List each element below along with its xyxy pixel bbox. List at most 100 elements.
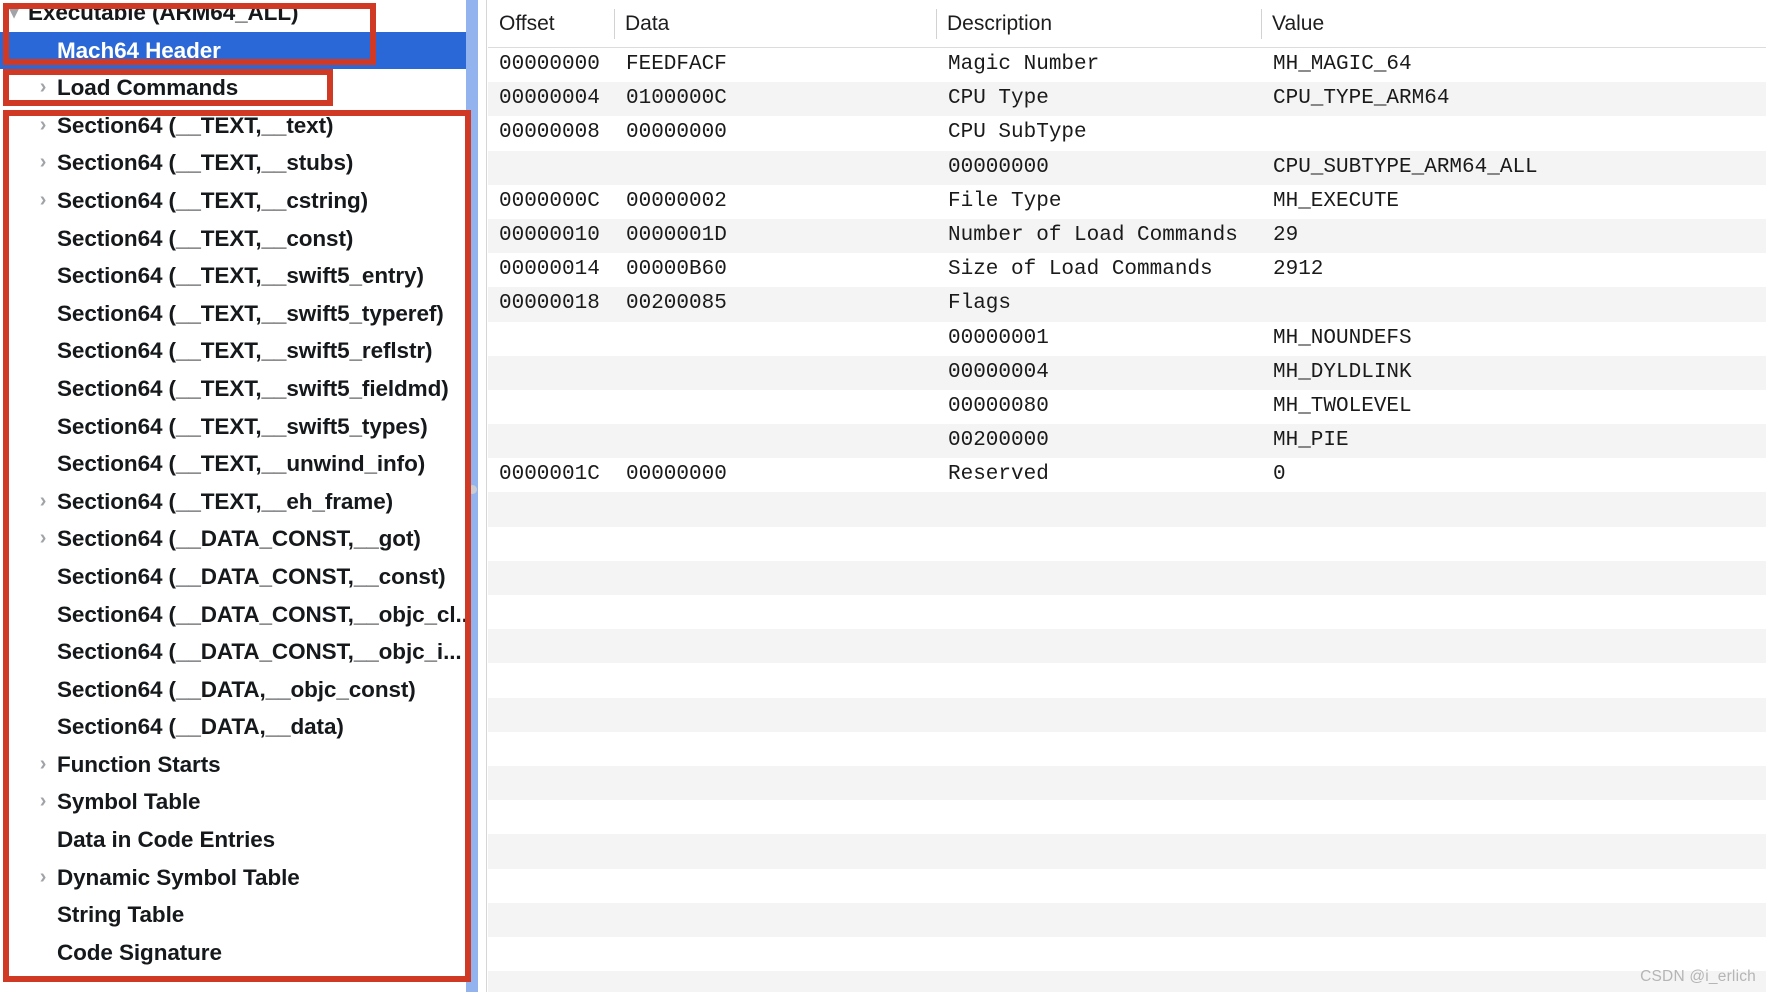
- tree-item-label: Section64 (__TEXT,__const): [57, 225, 354, 251]
- table-row-empty: [488, 765, 1766, 801]
- tree-item[interactable]: ▾ Executable (ARM64_ALL): [0, 0, 478, 32]
- tree-item-label: Section64 (__DATA_CONST,__objc_cl..: [57, 601, 468, 627]
- table-row-empty: [488, 697, 1766, 732]
- cell-description: Magic Number: [948, 53, 1100, 76]
- tree-item[interactable]: Section64 (__TEXT,__swift5_typeref): [0, 295, 478, 333]
- column-header-description[interactable]: Description: [936, 0, 1261, 48]
- outline-tree[interactable]: ▾ Executable (ARM64_ALL) Mach64 Header › Loa…: [0, 0, 478, 971]
- table-row[interactable]: 00000010 0000001D Number of Load Commands 2…: [488, 218, 1766, 254]
- table-row[interactable]: 00200000 MH_PIE: [488, 424, 1766, 459]
- tree-item[interactable]: Section64 (__DATA_CONST,__objc_i...: [0, 633, 478, 671]
- cell-data: 0000001D: [626, 223, 727, 247]
- tree-item-label: Section64 (__DATA,__objc_const): [57, 676, 416, 702]
- tree-item-label: Load Commands: [57, 75, 239, 101]
- tree-item[interactable]: Section64 (__TEXT,__unwind_info): [0, 445, 478, 483]
- table-row-empty: [488, 560, 1766, 595]
- column-header-data[interactable]: Data: [614, 0, 936, 48]
- table-row[interactable]: 0000000C 00000002 File Type MH_EXECUTE: [488, 184, 1766, 219]
- cell-description: 00000004: [948, 360, 1049, 384]
- tree-item[interactable]: String Table: [0, 896, 478, 934]
- tree-item[interactable]: › Function Starts: [0, 746, 478, 784]
- tree-item-label: Mach64 Header: [57, 37, 221, 63]
- table-row[interactable]: 00000001 MH_NOUNDEFS: [488, 321, 1766, 356]
- cell-description: 00000080: [948, 394, 1049, 418]
- cell-offset: 00000010: [499, 223, 600, 247]
- tree-item-label: Section64 (__DATA_CONST,__const): [57, 563, 446, 589]
- tree-item[interactable]: Section64 (__TEXT,__swift5_entry): [0, 257, 478, 295]
- chevron-right-icon[interactable]: ›: [29, 107, 57, 145]
- tree-item-label: Symbol Table: [57, 789, 201, 815]
- chevron-right-icon[interactable]: ›: [29, 783, 57, 821]
- cell-description: Number of Load Commands: [948, 223, 1238, 247]
- chevron-right-icon[interactable]: ›: [29, 520, 57, 558]
- column-header-value[interactable]: Value: [1261, 0, 1761, 48]
- cell-offset: [499, 322, 619, 356]
- table-row[interactable]: 00000018 00200085 Flags: [488, 287, 1766, 322]
- cell-data: FEEDFACF: [626, 53, 727, 76]
- tree-item[interactable]: Section64 (__DATA_CONST,__objc_cl..: [0, 596, 478, 634]
- header-detail-table[interactable]: Offset Data Description Value 00000000 FE…: [488, 0, 1766, 992]
- table-row[interactable]: 00000014 00000B60 Size of Load Commands 291…: [488, 253, 1766, 288]
- chevron-right-icon[interactable]: ▾: [0, 0, 28, 32]
- tree-item-label: Executable (ARM64_ALL): [28, 0, 299, 25]
- cell-value: [1273, 116, 1753, 150]
- table-row[interactable]: 00000000 CPU_SUBTYPE_ARM64_ALL: [488, 150, 1766, 185]
- table-body[interactable]: 00000000 FEEDFACF Magic Number MH_MAGIC_64 0…: [488, 48, 1766, 992]
- cell-offset: 0000000C: [499, 189, 600, 213]
- watermark: CSDN @i_erlich: [1640, 968, 1756, 985]
- cell-data: 00000000: [626, 121, 727, 145]
- cell-data: [626, 356, 826, 390]
- table-row[interactable]: 0000001C 00000000 Reserved 0: [488, 458, 1766, 493]
- tree-item[interactable]: Section64 (__TEXT,__swift5_fieldmd): [0, 370, 478, 408]
- tree-item-label: Code Signature: [57, 939, 222, 965]
- cell-data: [626, 151, 826, 185]
- tree-item[interactable]: › Load Commands: [0, 69, 478, 107]
- tree-item[interactable]: › Section64 (__TEXT,__cstring): [0, 182, 478, 220]
- tree-item[interactable]: › Section64 (__TEXT,__eh_frame): [0, 483, 478, 521]
- chevron-right-icon[interactable]: ›: [29, 144, 57, 182]
- tree-item[interactable]: › Section64 (__TEXT,__text): [0, 107, 478, 145]
- cell-offset: [499, 151, 619, 185]
- table-row[interactable]: 00000000 FEEDFACF Magic Number MH_MAGIC_64: [488, 48, 1766, 83]
- cell-description: 00000000: [948, 155, 1049, 179]
- table-row[interactable]: 00000008 00000000 CPU SubType: [488, 116, 1766, 151]
- column-header-offset[interactable]: Offset: [488, 0, 614, 48]
- cell-description: Reserved: [948, 463, 1049, 487]
- tree-item-label: Section64 (__TEXT,__swift5_entry): [57, 263, 424, 289]
- table-row-empty: [488, 868, 1766, 903]
- tree-item[interactable]: Section64 (__TEXT,__swift5_types): [0, 408, 478, 446]
- table-row[interactable]: 00000004 MH_DYLDLINK: [488, 355, 1766, 390]
- tree-item[interactable]: Data in Code Entries: [0, 821, 478, 859]
- cell-value: MH_DYLDLINK: [1273, 360, 1412, 384]
- tree-item[interactable]: › Section64 (__DATA_CONST,__got): [0, 520, 478, 558]
- table-row-empty: [488, 902, 1766, 937]
- tree-item[interactable]: Section64 (__DATA,__objc_const): [0, 671, 478, 709]
- tree-item[interactable]: Mach64 Header: [0, 31, 478, 70]
- pane-divider[interactable]: [478, 0, 487, 992]
- tree-item[interactable]: Section64 (__DATA_CONST,__const): [0, 558, 478, 596]
- mach-o-viewer-window: ▾ Executable (ARM64_ALL) Mach64 Header › Loa…: [0, 0, 1766, 992]
- sidebar-vertical-scrollbar[interactable]: [466, 0, 478, 992]
- tree-item[interactable]: Section64 (__DATA,__data): [0, 708, 478, 746]
- outline-sidebar[interactable]: ▾ Executable (ARM64_ALL) Mach64 Header › Loa…: [0, 0, 478, 992]
- table-row[interactable]: 00000004 0100000C CPU Type CPU_TYPE_ARM64: [488, 82, 1766, 117]
- tree-item-label: Section64 (__TEXT,__swift5_typeref): [57, 300, 444, 326]
- tree-item[interactable]: Code Signature: [0, 934, 478, 972]
- table-row-empty: [488, 834, 1766, 869]
- chevron-right-icon[interactable]: ›: [29, 746, 57, 784]
- cell-value: MH_PIE: [1273, 429, 1349, 453]
- tree-item[interactable]: › Section64 (__TEXT,__stubs): [0, 144, 478, 182]
- tree-item[interactable]: Section64 (__TEXT,__swift5_reflstr): [0, 332, 478, 370]
- tree-item[interactable]: › Symbol Table: [0, 783, 478, 821]
- tree-item[interactable]: › Dynamic Symbol Table: [0, 859, 478, 897]
- chevron-right-icon[interactable]: ›: [29, 182, 57, 220]
- chevron-right-icon[interactable]: ›: [29, 69, 57, 107]
- tree-item[interactable]: Section64 (__TEXT,__const): [0, 220, 478, 258]
- tree-item-label: Section64 (__DATA,__data): [57, 714, 344, 740]
- table-row-empty: [488, 663, 1766, 698]
- cell-data: 00200085: [626, 292, 727, 316]
- sidebar-scrollbar-handle[interactable]: [468, 485, 477, 494]
- table-row[interactable]: 00000080 MH_TWOLEVEL: [488, 389, 1766, 425]
- chevron-right-icon[interactable]: ›: [29, 859, 57, 897]
- chevron-right-icon[interactable]: ›: [29, 483, 57, 521]
